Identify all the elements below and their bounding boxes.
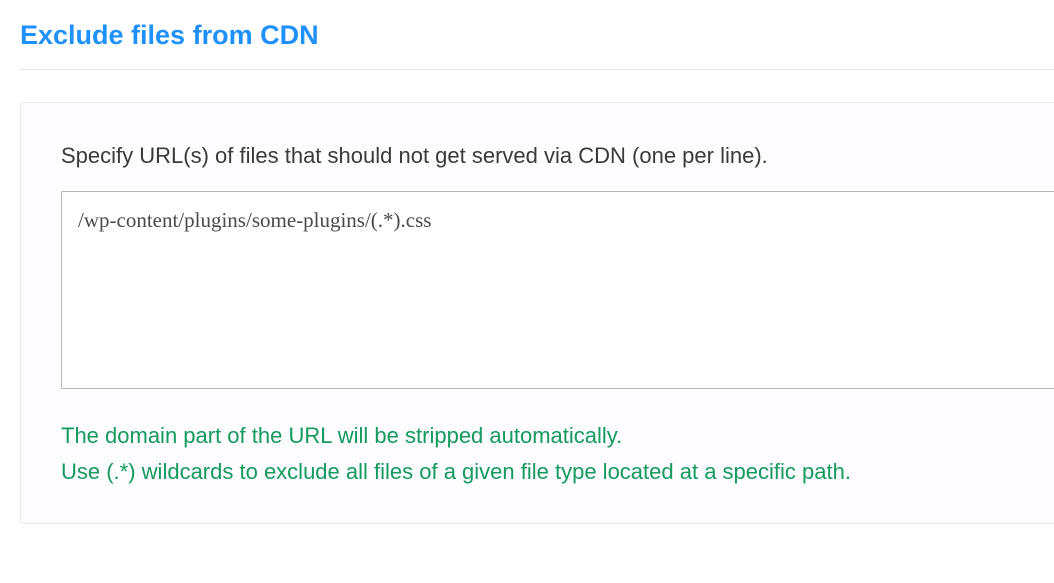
help-line: Use (.*) wildcards to exclude all files … [61,454,1054,490]
section-divider [20,69,1054,70]
help-text: The domain part of the URL will be strip… [61,418,1054,491]
help-line: The domain part of the URL will be strip… [61,418,1054,454]
field-description: Specify URL(s) of files that should not … [61,143,1054,169]
exclude-files-panel: Specify URL(s) of files that should not … [20,102,1054,524]
exclude-urls-textarea[interactable] [61,191,1054,389]
section-title: Exclude files from CDN [20,20,1054,51]
